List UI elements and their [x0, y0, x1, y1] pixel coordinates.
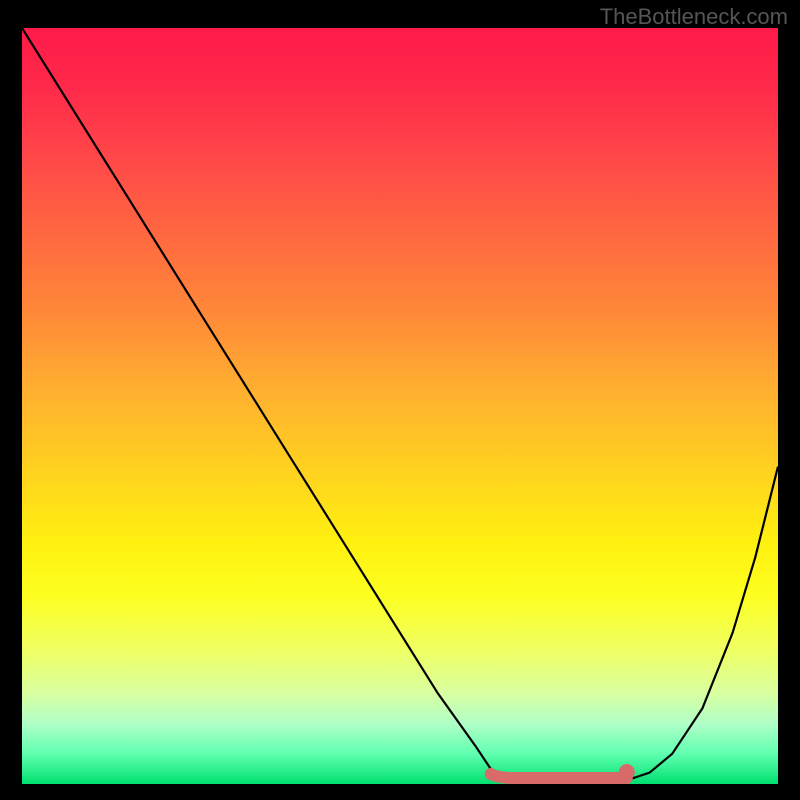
watermark-text: TheBottleneck.com [600, 4, 788, 30]
optimal-range-marker [491, 774, 627, 778]
optimal-point-marker [619, 764, 635, 780]
bottleneck-curve [22, 28, 778, 784]
plot-area [22, 28, 778, 784]
curve-svg [22, 28, 778, 784]
